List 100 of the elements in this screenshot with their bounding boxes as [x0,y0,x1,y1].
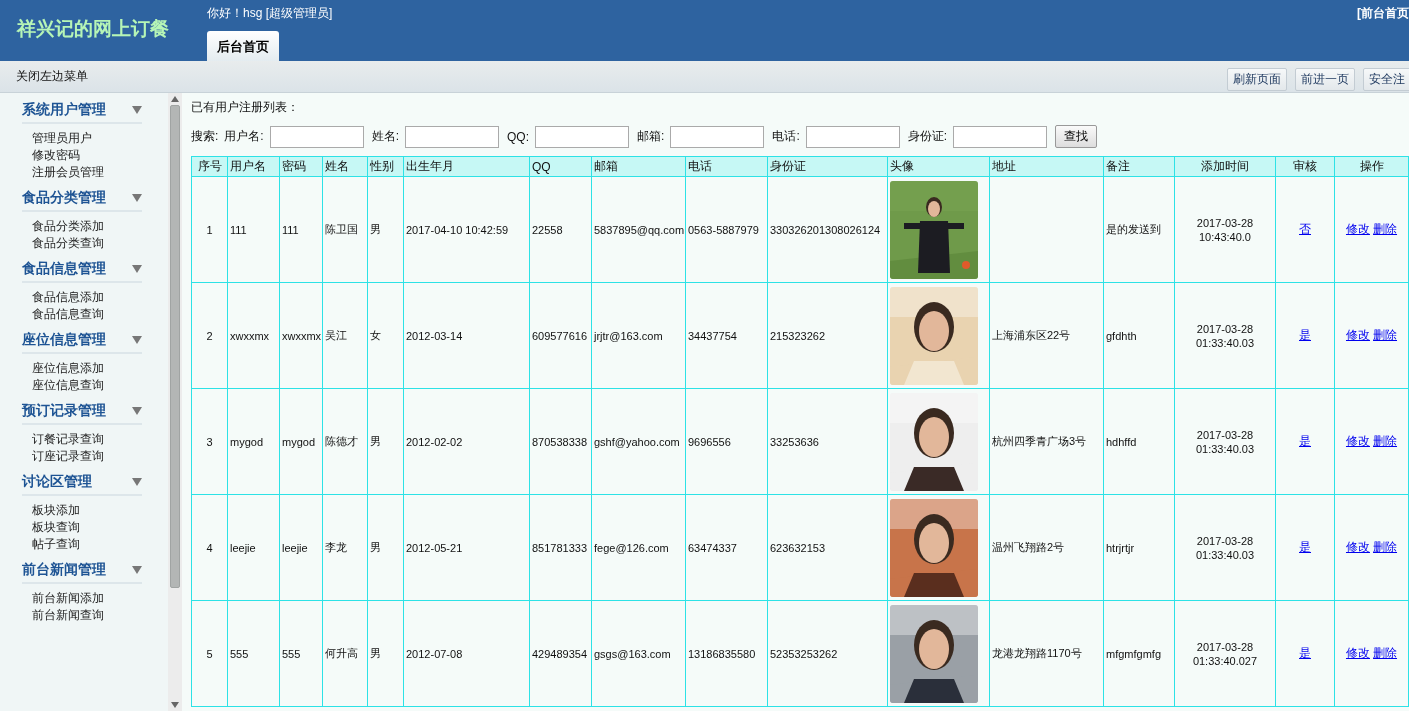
column-header: 头像 [887,156,990,177]
audit-link[interactable]: 否 [1299,222,1311,236]
menu-item[interactable]: 食品分类添加 [32,220,142,233]
input-field[interactable] [269,125,364,148]
table-cell: mygod [279,388,323,495]
table-cell: 3 [191,388,228,495]
table-cell: 851781333 [529,494,592,601]
caret-icon [132,336,142,344]
table-cell: 609577616 [529,282,592,389]
table-cell: 温州飞翔路2号 [989,494,1104,601]
table-cell: 1 [191,176,228,283]
menu-item[interactable]: 修改密码 [32,149,142,162]
menu-item[interactable]: 前台新闻查询 [32,609,142,622]
scrollbar-thumb[interactable] [170,105,180,588]
action-link[interactable]: 删除 [1373,222,1398,236]
table-cell: gsgs@163.com [591,600,686,707]
field-label: 用户名: [224,128,264,145]
table-cell: gshf@yahoo.com [591,388,686,495]
menu-item[interactable]: 板块添加 [32,504,142,517]
menu-item[interactable]: 前台新闻添加 [32,592,142,605]
audit-link[interactable]: 是 [1299,434,1311,448]
menu-item[interactable]: 注册会员管理 [32,166,142,179]
column-header: 审核 [1275,156,1335,177]
field-label: 身份证: [907,128,948,145]
table-cell: hdhffd [1103,388,1175,495]
menu-item[interactable]: 食品分类查询 [32,237,142,250]
added-time: 2017-03-28 01:33:40.027 [1192,639,1258,668]
table-cell: 何升高 [322,600,368,707]
menu-item[interactable]: 管理员用户 [32,132,142,145]
table-cell: 33253636 [767,388,888,495]
menu-item[interactable]: 板块查询 [32,521,142,534]
scroll-down-icon[interactable] [171,702,179,708]
audit-link[interactable]: 是 [1299,328,1311,342]
added-time: 2017-03-28 01:33:40.03 [1195,533,1255,562]
table-cell: 男 [367,388,404,495]
table-cell: 4 [191,494,228,601]
table-cell: 是的发送到 [1103,176,1175,283]
toolbar-button[interactable]: 刷新页面 [1227,68,1287,91]
tab[interactable]: 后台首页 [207,31,279,61]
menu-item[interactable]: 食品信息查询 [32,308,142,321]
table-cell: 623632153 [767,494,888,601]
menu-section-title[interactable]: 食品分类管理 [22,189,106,207]
table-cell: 男 [367,176,404,283]
menu-toggle-link[interactable]: 关闭左边菜单 [16,68,88,85]
input-field[interactable] [953,125,1048,148]
table-cell: 9696556 [685,388,768,495]
table-cell: 13186835580 [685,600,768,707]
menu-item[interactable]: 订座记录查询 [32,450,142,463]
menu-item[interactable]: 座位信息添加 [32,362,142,375]
menu-section-title[interactable]: 系统用户管理 [22,101,106,119]
table-cell: 男 [367,494,404,601]
menu-section-title[interactable]: 座位信息管理 [22,331,106,349]
table-cell: xwxxmx [279,282,323,389]
table-cell: leejie [279,494,323,601]
action-link[interactable]: 修改 [1345,434,1370,448]
caret-icon [132,265,142,273]
action-link[interactable]: 删除 [1373,434,1398,448]
menu-section-title[interactable]: 讨论区管理 [22,473,92,491]
action-link[interactable]: 删除 [1373,328,1398,342]
table-cell: 870538338 [529,388,592,495]
action-link[interactable]: 修改 [1345,540,1370,554]
table-cell: 111 [279,176,323,283]
table-cell: jrjtr@163.com [591,282,686,389]
menu-item[interactable]: 食品信息添加 [32,291,142,304]
column-header: 出生年月 [403,156,530,177]
menu-item[interactable]: 订餐记录查询 [32,433,142,446]
menu-section-title[interactable]: 食品信息管理 [22,260,106,278]
caret-icon [132,194,142,202]
table-cell: 5837895@qq.com [591,176,686,283]
action-link[interactable]: 修改 [1345,328,1370,342]
input-field[interactable] [405,125,500,148]
table-cell: 2012-03-14 [403,282,530,389]
menu-item[interactable]: 帖子查询 [32,538,142,551]
toolbar-button[interactable]: 安全注 [1363,68,1409,91]
table-cell: 2017-04-10 10:42:59 [403,176,530,283]
table-cell: 龙港龙翔路1170号 [989,600,1104,707]
action-link[interactable]: 删除 [1373,540,1398,554]
audit-link[interactable]: 是 [1299,540,1311,554]
input-field[interactable] [670,125,765,148]
table-cell: 2012-02-02 [403,388,530,495]
table-cell: 2012-07-08 [403,600,530,707]
input-field[interactable] [805,125,900,148]
column-header: 备注 [1103,156,1175,177]
menu-section-title[interactable]: 预订记录管理 [22,402,106,420]
input-field[interactable] [535,125,630,148]
toolbar-button[interactable]: 前进一页 [1295,68,1355,91]
action-link[interactable]: 删除 [1373,646,1398,660]
audit-link[interactable]: 是 [1299,646,1311,660]
action-link[interactable]: 修改 [1345,646,1370,660]
added-time: 2017-03-28 01:33:40.03 [1195,321,1255,350]
frontpage-link[interactable]: [前台首页 [1357,5,1409,22]
table-cell: gfdhth [1103,282,1175,389]
table-cell: xwxxmx [227,282,280,389]
menu-section-title[interactable]: 前台新闻管理 [22,561,106,579]
menu-item[interactable]: 座位信息查询 [32,379,142,392]
action-link[interactable]: 修改 [1345,222,1370,236]
added-time: 2017-03-28 01:33:40.03 [1195,427,1255,456]
search-button[interactable]: 查找 [1055,125,1098,148]
scroll-up-icon[interactable] [171,96,179,102]
table-cell: 陈德才 [322,388,368,495]
